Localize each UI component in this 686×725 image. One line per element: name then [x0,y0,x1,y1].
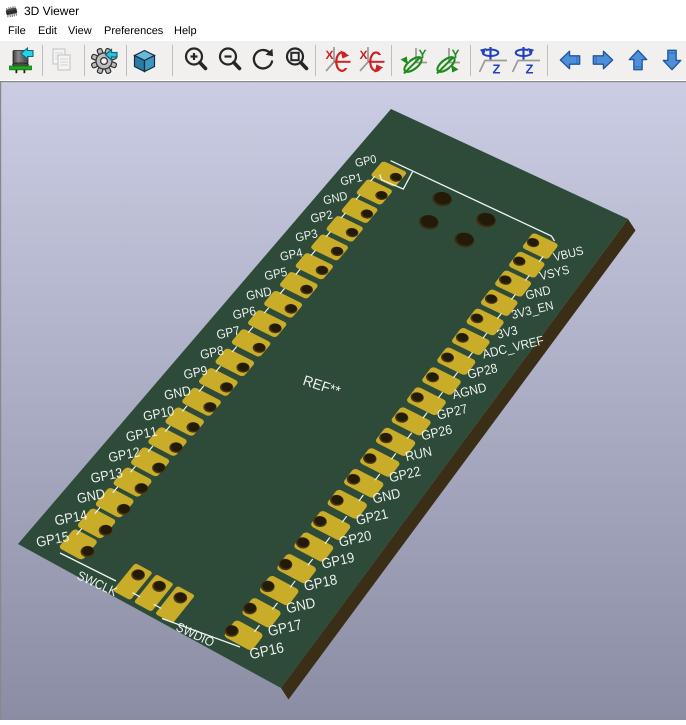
svg-text:X: X [326,48,334,62]
svg-text:X: X [360,48,368,62]
svg-text:Z: Z [526,62,534,75]
svg-text:Z: Z [493,62,501,75]
